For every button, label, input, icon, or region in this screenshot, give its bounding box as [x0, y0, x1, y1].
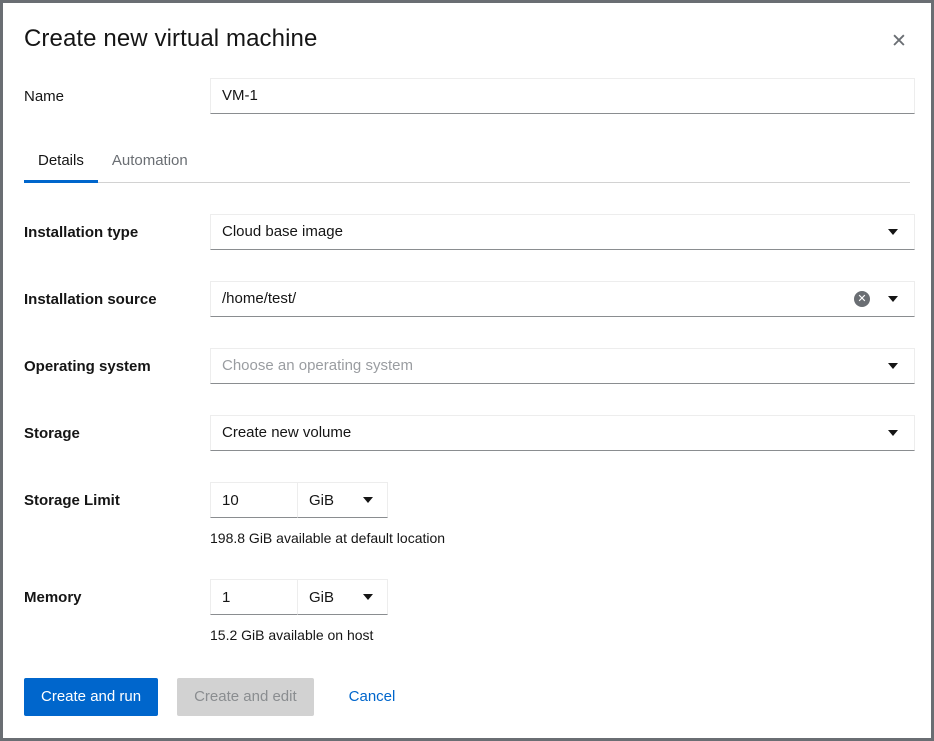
installation-type-label: Installation type — [24, 224, 139, 241]
installation-type-row: Installation type Cloud base image — [3, 214, 931, 250]
storage-limit-row: Storage Limit 10 GiB 198.8 GiB available… — [3, 482, 931, 548]
memory-unit-select[interactable]: GiB — [298, 579, 388, 615]
dialog-header: Create new virtual machine ✕ — [3, 3, 931, 59]
dialog-footer: Create and run Create and edit Cancel — [3, 678, 931, 738]
storage-limit-input[interactable]: 10 — [210, 482, 298, 518]
storage-limit-control: 10 GiB 198.8 GiB available at default lo… — [210, 482, 910, 548]
chevron-down-icon[interactable] — [888, 296, 898, 302]
operating-system-label: Operating system — [24, 358, 151, 375]
chevron-down-icon — [888, 229, 898, 235]
installation-source-control: /home/test/ ✕ — [210, 281, 915, 317]
installation-type-value: Cloud base image — [222, 223, 343, 240]
dialog-title: Create new virtual machine — [24, 25, 318, 52]
create-and-edit-button: Create and edit — [177, 678, 314, 716]
tab-bar: Details Automation — [24, 144, 910, 183]
operating-system-select[interactable]: Choose an operating system — [210, 348, 915, 384]
storage-limit-unit-value: GiB — [309, 491, 335, 509]
storage-limit-helper-text: 198.8 GiB available at default location — [210, 530, 446, 546]
name-label: Name — [24, 88, 65, 105]
installation-source-value: /home/test/ — [222, 290, 297, 307]
name-input[interactable]: VM-1 — [210, 78, 915, 114]
clear-circle-icon[interactable]: ✕ — [854, 291, 870, 307]
storage-limit-label: Storage Limit — [24, 492, 120, 509]
installation-source-label: Installation source — [24, 291, 157, 308]
memory-control: 1 GiB 15.2 GiB available on host — [210, 579, 910, 645]
create-and-run-button[interactable]: Create and run — [24, 678, 159, 716]
tab-details[interactable]: Details — [24, 151, 98, 183]
name-input-value: VM-1 — [222, 87, 258, 104]
chevron-down-icon — [363, 497, 373, 503]
close-icon[interactable]: ✕ — [883, 25, 915, 57]
operating-system-placeholder: Choose an operating system — [222, 357, 413, 374]
operating-system-row: Operating system Choose an operating sys… — [3, 348, 931, 384]
operating-system-control: Choose an operating system — [210, 348, 915, 384]
memory-label: Memory — [24, 589, 82, 606]
installation-source-row: Installation source /home/test/ ✕ — [3, 281, 931, 317]
cancel-button[interactable]: Cancel — [333, 678, 412, 716]
installation-type-control: Cloud base image — [210, 214, 915, 250]
memory-helper-text: 15.2 GiB available on host — [210, 627, 374, 643]
storage-select[interactable]: Create new volume — [210, 415, 915, 451]
tab-automation[interactable]: Automation — [98, 151, 202, 182]
memory-input[interactable]: 1 — [210, 579, 298, 615]
storage-limit-unit-select[interactable]: GiB — [298, 482, 388, 518]
memory-unit-value: GiB — [309, 588, 335, 606]
storage-value: Create new volume — [222, 424, 352, 441]
storage-row: Storage Create new volume — [3, 415, 931, 451]
name-row: Name VM-1 — [3, 78, 931, 114]
storage-label: Storage — [24, 425, 80, 442]
installation-source-input[interactable]: /home/test/ ✕ — [210, 281, 915, 317]
storage-control: Create new volume — [210, 415, 915, 451]
memory-group: 1 GiB — [210, 579, 910, 615]
chevron-down-icon — [888, 430, 898, 436]
chevron-down-icon — [888, 363, 898, 369]
installation-type-select[interactable]: Cloud base image — [210, 214, 915, 250]
chevron-down-icon — [363, 594, 373, 600]
storage-limit-group: 10 GiB — [210, 482, 910, 518]
memory-row: Memory 1 GiB 15.2 GiB available on host — [3, 579, 931, 645]
name-control: VM-1 — [210, 78, 915, 114]
create-vm-dialog: Create new virtual machine ✕ Name VM-1 D… — [0, 0, 934, 741]
